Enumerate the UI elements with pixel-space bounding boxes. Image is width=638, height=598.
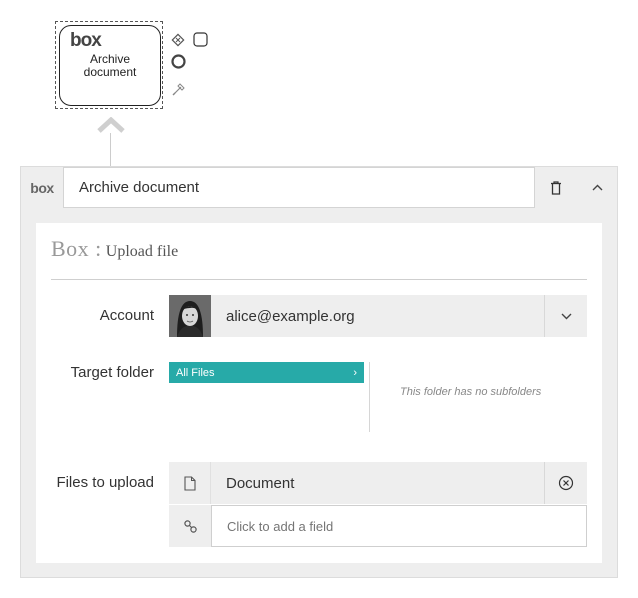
- add-field-row: [169, 505, 587, 547]
- title-service: Box :: [51, 236, 102, 261]
- panel-pointer-icon: [97, 117, 125, 133]
- connect-wrench-icon[interactable]: [170, 81, 186, 97]
- account-value: alice@example.org: [226, 307, 355, 325]
- node-label-line2: document: [83, 65, 137, 79]
- chevron-up-icon: [592, 184, 603, 191]
- trash-icon: [550, 180, 561, 195]
- collapse-button[interactable]: [577, 167, 618, 208]
- delete-button[interactable]: [535, 167, 576, 208]
- node-label: Archive document: [60, 53, 160, 79]
- add-field-input[interactable]: [211, 505, 587, 547]
- chevron-down-icon: [561, 313, 571, 319]
- box-logo: box: [70, 30, 102, 51]
- archive-document-node[interactable]: box Archive document: [59, 25, 161, 106]
- avatar: [169, 295, 211, 337]
- append-end-event-icon[interactable]: [170, 53, 186, 69]
- append-task-icon[interactable]: [192, 31, 208, 47]
- remove-file-button[interactable]: [544, 462, 587, 504]
- chevron-right-icon: ›: [353, 366, 357, 379]
- append-gateway-icon[interactable]: [170, 32, 186, 48]
- folder-item-label: All Files: [176, 366, 215, 379]
- file-field-value: Document: [226, 474, 295, 492]
- files-to-upload-label: Files to upload: [56, 474, 154, 491]
- node-name-input[interactable]: Archive document: [63, 167, 535, 208]
- file-field[interactable]: Document: [169, 462, 587, 504]
- pointer-line: [110, 133, 111, 167]
- account-label: Account: [99, 307, 154, 324]
- close-circle-icon: [558, 475, 574, 491]
- account-dropdown-button[interactable]: [544, 295, 587, 337]
- document-icon: [169, 462, 211, 504]
- title-divider: [51, 279, 587, 280]
- form-title: Box : Upload file: [51, 236, 178, 262]
- form-body: Box : Upload file Account alice@example.…: [36, 223, 602, 563]
- properties-panel: box Archive document Box : Upload file A…: [20, 166, 618, 578]
- box-logo: box: [30, 179, 54, 196]
- title-action: Upload file: [105, 243, 179, 260]
- folder-column-divider: [369, 362, 370, 432]
- account-select[interactable]: alice@example.org: [169, 295, 587, 337]
- no-subfolders-message: This folder has no subfolders: [400, 386, 542, 398]
- link-icon: [169, 505, 211, 547]
- folder-item-all-files[interactable]: All Files ›: [169, 362, 364, 383]
- target-folder-label: Target folder: [70, 364, 154, 381]
